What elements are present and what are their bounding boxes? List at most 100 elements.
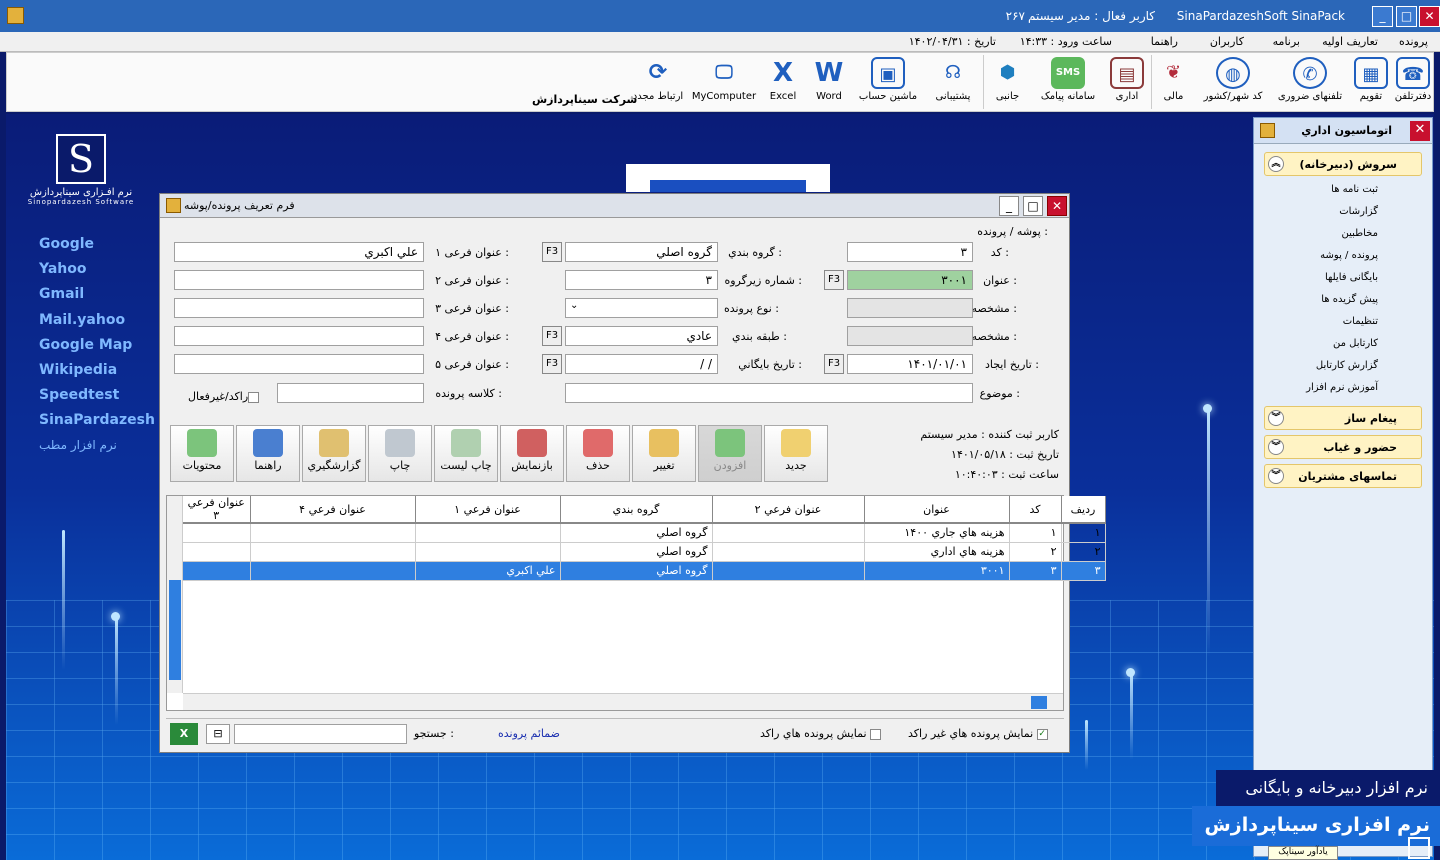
toolbar-reconnect[interactable]: ⟳ ارتباط مجدد <box>629 55 687 109</box>
menu-users[interactable]: کاربران <box>1210 35 1244 48</box>
sub5-field[interactable] <box>174 354 424 374</box>
show-active-checkbox[interactable]: نمايش پرونده هاي غير راکد ✓ <box>908 727 1048 740</box>
panel-item-cartable-report[interactable]: گزارش کارتابل <box>1254 356 1432 378</box>
link-google[interactable]: Google <box>39 236 155 261</box>
panel-item-reports[interactable]: گزارشات <box>1254 202 1432 224</box>
title-field[interactable]: ۳۰۰۱ <box>847 270 973 290</box>
section-message-builder[interactable]: ︾ پيغام ساز <box>1264 406 1422 430</box>
toolbar-sms[interactable]: SMS سامانه پیامک <box>1033 55 1103 109</box>
create-date-f3-button[interactable]: F3 <box>824 354 844 374</box>
panel-item-my-cartable[interactable]: کارتابل من <box>1254 334 1432 356</box>
toolbar-phonebook[interactable]: ☎ دفترتلفن <box>1393 55 1433 109</box>
show-active-check[interactable]: ✓ <box>1036 728 1048 740</box>
add-button[interactable]: افزودن <box>698 425 762 482</box>
horizontal-scrollbar[interactable] <box>183 693 1063 710</box>
menu-definitions[interactable]: تعاریف اولیه <box>1322 35 1378 48</box>
file-class-field[interactable] <box>277 383 424 403</box>
classification-f3-button[interactable]: F3 <box>542 326 562 346</box>
subject-field[interactable] <box>565 383 973 403</box>
col-header[interactable]: عنوان <box>864 496 1010 524</box>
help-button[interactable]: راهنما <box>236 425 300 482</box>
create-date-field[interactable]: ۱۴۰۱/۰۱/۰۱ <box>847 354 973 374</box>
sub4-field[interactable] <box>174 326 424 346</box>
chevron-up-icon[interactable]: ︽ <box>1268 156 1284 172</box>
report-button[interactable]: گزارشگيري <box>302 425 366 482</box>
toolbar-word[interactable]: W Word <box>807 55 851 109</box>
stagnant-check[interactable] <box>248 391 260 403</box>
link-gmail[interactable]: Gmail <box>39 286 155 311</box>
excel-export-icon[interactable]: X <box>170 723 198 745</box>
toolbar-office[interactable]: ▤ اداری <box>1105 55 1149 109</box>
code-field[interactable]: ۳ <box>847 242 973 262</box>
stagnant-checkbox[interactable]: راکد/غيرفعال <box>188 390 260 403</box>
classification-field[interactable]: عادي <box>565 326 718 346</box>
scroll-thumb[interactable] <box>1031 696 1047 709</box>
col-header[interactable]: عنوان فرعي ۲ <box>712 496 865 524</box>
subgroup-field[interactable]: ۳ <box>565 270 718 290</box>
panel-item-presets[interactable]: پيش گزيده ها <box>1254 290 1432 312</box>
group-f3-button[interactable]: F3 <box>542 242 562 262</box>
delete-button[interactable]: حذف <box>566 425 630 482</box>
col-header[interactable]: گروه بندي <box>560 496 713 524</box>
toolbar-mycomputer[interactable]: 🖵 MyComputer <box>689 55 759 109</box>
close-button[interactable]: ✕ <box>1419 6 1440 27</box>
archive-date-field[interactable]: / / <box>565 354 718 374</box>
edit-button[interactable]: تغيير <box>632 425 696 482</box>
maximize-button[interactable]: □ <box>1396 6 1417 27</box>
attachments-link[interactable]: ضمائم پرونده <box>498 727 560 740</box>
show-stagnant-checkbox[interactable]: نمايش پرونده هاي راکد <box>760 727 882 740</box>
panel-item-file-archive[interactable]: بايگانی فايلها <box>1254 268 1432 290</box>
toolbar-support[interactable]: ☊ پشتيبانی <box>925 55 981 109</box>
link-wikipedia[interactable]: Wikipedia <box>39 362 155 387</box>
panel-item-training[interactable]: آموزش نرم افزار <box>1254 378 1432 400</box>
link-clinic-software[interactable]: نرم افزار مطب <box>39 438 155 463</box>
col-header[interactable]: رديف <box>1061 496 1106 524</box>
table-row-selected[interactable]: علي اکبري گروه اصلي ۳۰۰۱ ۳ ۳ <box>183 561 1106 581</box>
sub3-field[interactable] <box>174 298 424 318</box>
sub1-field[interactable]: علي اکبري <box>174 242 424 262</box>
table-row[interactable]: گروه اصلي هزينه هاي اداري ۲ ۲ <box>183 542 1106 562</box>
app-icon[interactable] <box>7 7 24 24</box>
menu-program[interactable]: برنامه <box>1273 35 1300 48</box>
title-f3-button[interactable]: F3 <box>824 270 844 290</box>
reminder-tooltip[interactable]: يادآور سيناپک <box>1268 846 1338 860</box>
toolbar-accessories[interactable]: ⬢ جانبی <box>983 55 1031 109</box>
link-mail-yahoo[interactable]: Mail.yahoo <box>39 312 155 337</box>
chevron-down-icon[interactable]: ︾ <box>1268 468 1284 484</box>
table-row[interactable]: گروه اصلي هزينه هاي جاري ۱۴۰۰ ۱ ۱ <box>183 523 1106 543</box>
link-speedtest[interactable]: Speedtest <box>39 387 155 412</box>
section-soroush[interactable]: ︽ سروش (دبيرخانه) <box>1264 152 1422 176</box>
form-close-button[interactable]: ✕ <box>1047 196 1067 216</box>
minimize-button[interactable]: _ <box>1372 6 1393 27</box>
vertical-scrollbar[interactable] <box>167 496 183 693</box>
panel-item-settings[interactable]: تنظيمات <box>1254 312 1432 334</box>
archive-date-f3-button[interactable]: F3 <box>542 354 562 374</box>
toolbar-emergency-phones[interactable]: ✆ تلفنهای ضروری <box>1271 55 1349 109</box>
toolbar-calculator[interactable]: ▣ ماشين حساب <box>853 55 923 109</box>
toolbar-finance[interactable]: ❦ مالی <box>1151 55 1195 109</box>
col-header[interactable]: عنوان فرعي ۱ <box>415 496 561 524</box>
panel-close-button[interactable]: ✕ <box>1410 121 1430 141</box>
contents-button[interactable]: محتويات <box>170 425 234 482</box>
print-button[interactable]: چاپ <box>368 425 432 482</box>
show-stagnant-check[interactable] <box>870 728 882 740</box>
link-yahoo[interactable]: Yahoo <box>39 261 155 286</box>
print-list-button[interactable]: چاپ ليست <box>434 425 498 482</box>
link-google-map[interactable]: Google Map <box>39 337 155 362</box>
spec1-field[interactable] <box>847 298 973 318</box>
panel-item-letters[interactable]: ثبت نامه ها <box>1254 180 1432 202</box>
filter-icon[interactable]: ⊟ <box>206 724 230 744</box>
col-header[interactable]: عنوان فرعي ۴ <box>250 496 416 524</box>
scroll-thumb[interactable] <box>169 580 181 680</box>
new-button[interactable]: جديد <box>764 425 828 482</box>
menu-file[interactable]: پرونده <box>1399 35 1428 48</box>
refresh-button[interactable]: بازنمايش <box>500 425 564 482</box>
section-customer-contacts[interactable]: ︾ تماسهای مشتريان <box>1264 464 1422 488</box>
panel-item-folders[interactable]: پرونده / پوشه <box>1254 246 1432 268</box>
panel-item-contacts[interactable]: مخاطبين <box>1254 224 1432 246</box>
col-header[interactable]: عنوان فرعي ۳ <box>183 496 251 524</box>
search-input[interactable] <box>234 724 407 744</box>
link-sinapardazesh[interactable]: SinaPardazesh <box>39 412 155 437</box>
sub2-field[interactable] <box>174 270 424 290</box>
form-minimize-button[interactable]: _ <box>999 196 1019 216</box>
